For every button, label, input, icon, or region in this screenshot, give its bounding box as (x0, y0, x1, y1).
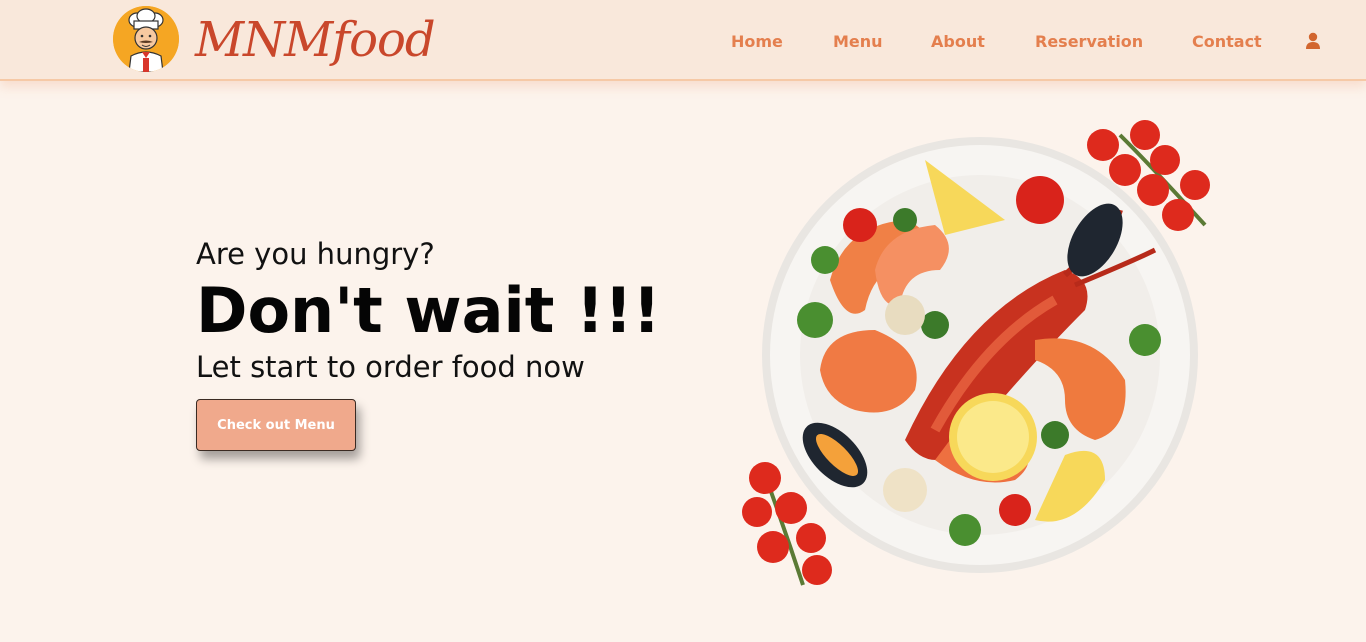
nav-menu[interactable]: Menu (833, 30, 883, 54)
nav-about[interactable]: About (931, 30, 985, 54)
nav-contact[interactable]: Contact (1192, 30, 1262, 54)
chef-logo-icon[interactable] (113, 6, 179, 72)
check-out-menu-button[interactable]: Check out Menu (196, 399, 356, 451)
seafood-plate-image (735, 110, 1225, 600)
brand-name[interactable]: MNMfood (195, 10, 436, 70)
hero-text: Are you hungry? Don't wait !!! Let start… (196, 234, 661, 386)
hero-headline: Don't wait !!! (196, 274, 661, 347)
nav-reservation[interactable]: Reservation (1035, 30, 1143, 54)
hero-question: Are you hungry? (196, 237, 435, 271)
user-icon[interactable] (1303, 31, 1323, 51)
navbar: MNMfood Home Menu About Reservation Cont… (0, 0, 1366, 81)
hero-subtitle: Let start to order food now (196, 350, 585, 384)
nav-home[interactable]: Home (731, 30, 783, 54)
